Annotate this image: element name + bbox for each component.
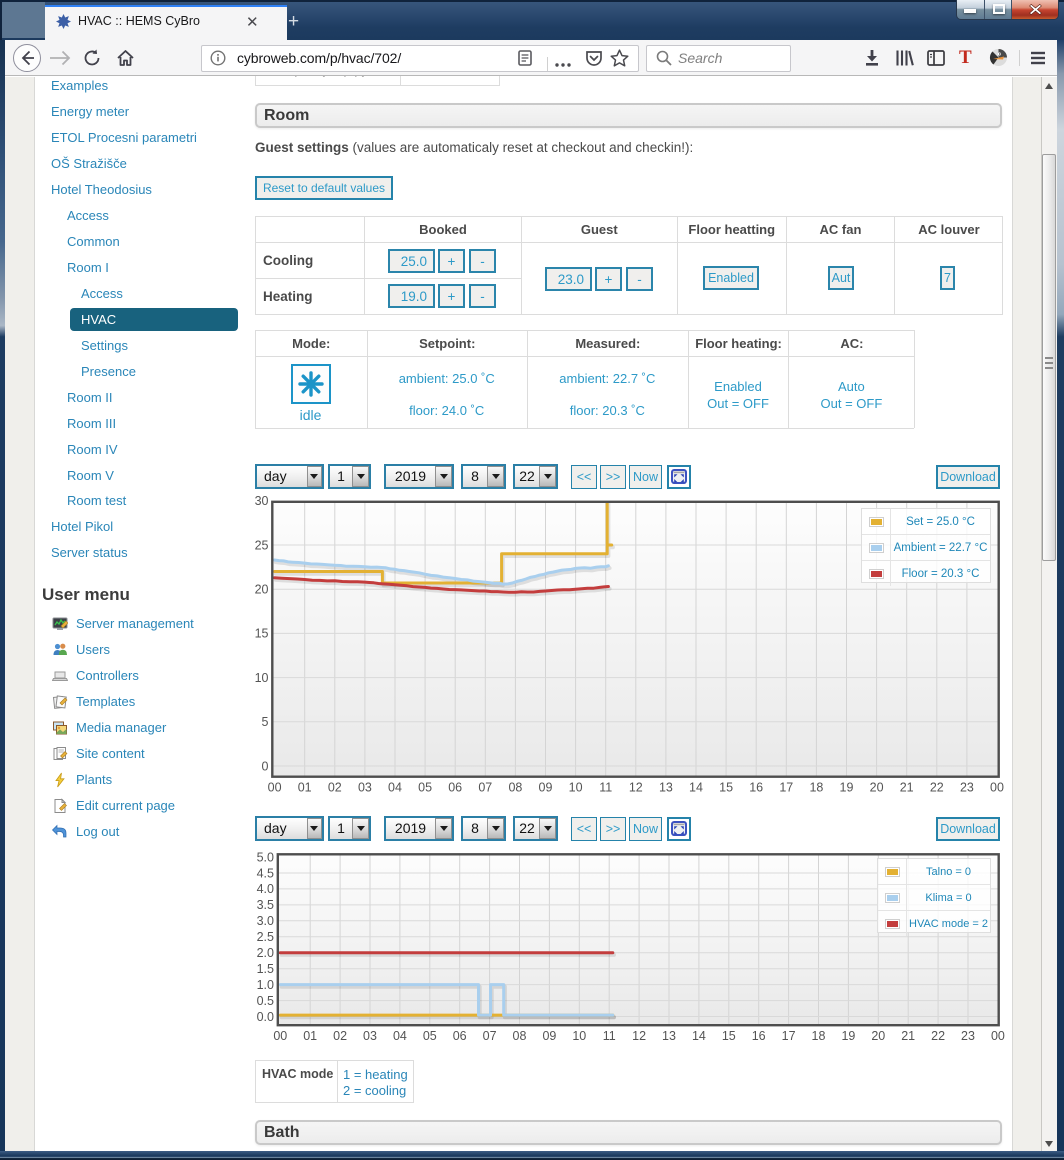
svg-text:1.5: 1.5 <box>257 962 274 976</box>
svg-text:21: 21 <box>900 781 914 795</box>
svg-text:07: 07 <box>478 781 492 795</box>
svg-text:06: 06 <box>453 1029 467 1043</box>
svg-text:18: 18 <box>812 1029 826 1043</box>
svg-text:3.5: 3.5 <box>257 898 274 912</box>
svg-text:20: 20 <box>871 1029 885 1043</box>
svg-text:09: 09 <box>539 781 553 795</box>
svg-text:00: 00 <box>273 1029 287 1043</box>
svg-text:04: 04 <box>393 1029 407 1043</box>
svg-text:01: 01 <box>298 781 312 795</box>
svg-text:4.5: 4.5 <box>257 866 274 880</box>
svg-text:04: 04 <box>388 781 402 795</box>
svg-text:30: 30 <box>255 495 269 508</box>
svg-text:03: 03 <box>358 781 372 795</box>
svg-text:3.0: 3.0 <box>257 914 274 928</box>
svg-text:13: 13 <box>662 1029 676 1043</box>
svg-text:08: 08 <box>513 1029 527 1043</box>
svg-text:19: 19 <box>840 781 854 795</box>
svg-text:09: 09 <box>542 1029 556 1043</box>
svg-text:03: 03 <box>363 1029 377 1043</box>
svg-text:13: 13 <box>659 781 673 795</box>
svg-text:20: 20 <box>255 583 269 597</box>
svg-text:00: 00 <box>991 1029 1005 1043</box>
svg-text:12: 12 <box>632 1029 646 1043</box>
svg-text:11: 11 <box>599 781 612 795</box>
svg-text:00: 00 <box>990 781 1004 795</box>
svg-text:4.0: 4.0 <box>257 882 274 896</box>
svg-text:01: 01 <box>303 1029 317 1043</box>
svg-text:16: 16 <box>749 781 763 795</box>
svg-text:20: 20 <box>870 781 884 795</box>
svg-text:25: 25 <box>255 538 269 552</box>
svg-text:15: 15 <box>255 627 269 641</box>
svg-text:1.0: 1.0 <box>257 978 274 992</box>
svg-text:05: 05 <box>418 781 432 795</box>
svg-text:5: 5 <box>262 715 269 729</box>
svg-text:2.5: 2.5 <box>257 930 274 944</box>
svg-text:06: 06 <box>448 781 462 795</box>
svg-text:07: 07 <box>483 1029 497 1043</box>
svg-text:0: 0 <box>262 759 269 773</box>
svg-text:16: 16 <box>752 1029 766 1043</box>
svg-text:10: 10 <box>572 1029 586 1043</box>
svg-text:15: 15 <box>719 781 733 795</box>
svg-text:08: 08 <box>508 781 522 795</box>
svg-text:14: 14 <box>689 781 703 795</box>
svg-text:14: 14 <box>692 1029 706 1043</box>
svg-text:02: 02 <box>328 781 342 795</box>
svg-text:05: 05 <box>423 1029 437 1043</box>
svg-text:11: 11 <box>603 1029 616 1043</box>
svg-text:18: 18 <box>809 781 823 795</box>
svg-text:22: 22 <box>931 1029 945 1043</box>
svg-text:17: 17 <box>779 781 793 795</box>
svg-text:0.5: 0.5 <box>257 994 274 1008</box>
svg-text:00: 00 <box>268 781 282 795</box>
svg-text:21: 21 <box>901 1029 915 1043</box>
svg-text:22: 22 <box>930 781 944 795</box>
svg-text:23: 23 <box>960 781 974 795</box>
svg-text:2.0: 2.0 <box>257 946 274 960</box>
svg-text:0.0: 0.0 <box>257 1010 274 1024</box>
svg-text:15: 15 <box>722 1029 736 1043</box>
svg-text:02: 02 <box>333 1029 347 1043</box>
svg-text:23: 23 <box>961 1029 975 1043</box>
svg-text:17: 17 <box>782 1029 796 1043</box>
svg-text:10: 10 <box>255 671 269 685</box>
svg-text:5.0: 5.0 <box>257 850 274 864</box>
svg-text:10: 10 <box>569 781 583 795</box>
svg-text:19: 19 <box>841 1029 855 1043</box>
svg-text:12: 12 <box>629 781 643 795</box>
